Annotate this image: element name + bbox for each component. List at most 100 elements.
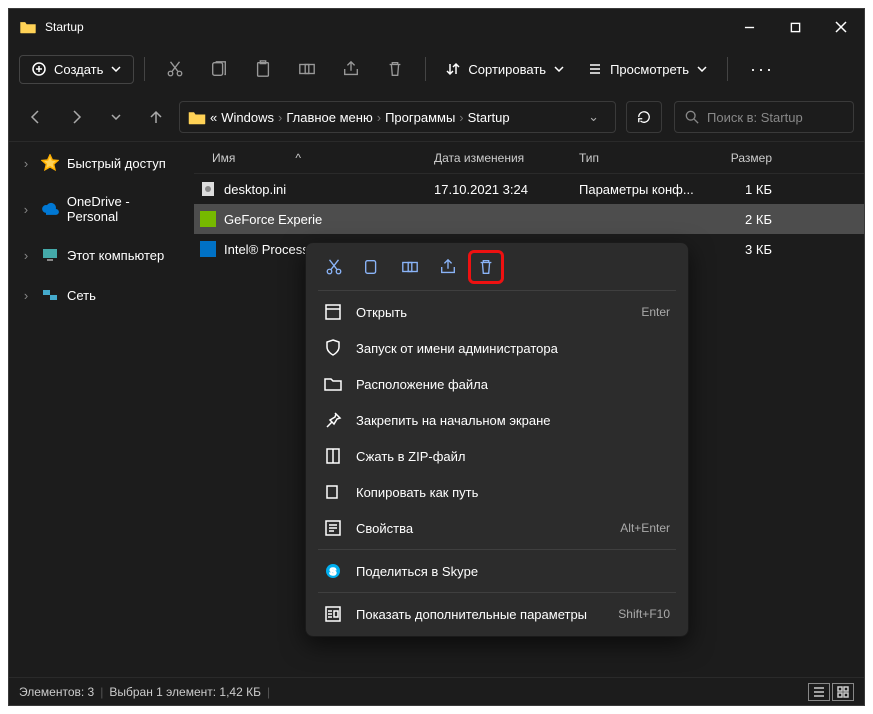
network-icon bbox=[41, 286, 59, 304]
delete-button[interactable] bbox=[468, 250, 504, 284]
minimize-button[interactable] bbox=[726, 9, 772, 45]
rename-button[interactable] bbox=[287, 51, 327, 87]
menu-copypath[interactable]: Копировать как путь bbox=[310, 474, 684, 510]
chevron-right-icon: › bbox=[19, 248, 33, 263]
status-selected: Выбран 1 элемент: 1,42 КБ bbox=[109, 685, 261, 699]
column-size[interactable]: Размер bbox=[709, 151, 784, 165]
share-button[interactable] bbox=[331, 51, 371, 87]
sidebar-label: OneDrive - Personal bbox=[67, 194, 184, 224]
large-view-button[interactable] bbox=[832, 683, 854, 701]
up-button[interactable] bbox=[139, 101, 173, 133]
view-label: Просмотреть bbox=[610, 62, 689, 77]
shield-icon bbox=[324, 339, 342, 357]
chevron-right-icon: › bbox=[19, 288, 33, 303]
menu-admin[interactable]: Запуск от имени администратора bbox=[310, 330, 684, 366]
chevron-down-icon[interactable]: ⌄ bbox=[580, 109, 607, 125]
titlebar[interactable]: Startup bbox=[9, 9, 864, 45]
folder-icon bbox=[19, 20, 37, 34]
nav-row: « Windows› Главное меню› Программы› Star… bbox=[9, 93, 864, 141]
paste-button[interactable] bbox=[243, 51, 283, 87]
toolbar: Создать Сортировать Просмотреть ··· bbox=[9, 45, 864, 93]
svg-text:S: S bbox=[330, 567, 337, 578]
menu-properties[interactable]: Свойства Alt+Enter bbox=[310, 510, 684, 546]
view-toggles bbox=[808, 683, 854, 701]
refresh-button[interactable] bbox=[626, 101, 662, 133]
file-name: desktop.ini bbox=[224, 182, 286, 197]
forward-button[interactable] bbox=[59, 101, 93, 133]
sort-label: Сортировать bbox=[468, 62, 546, 77]
context-icon-bar bbox=[310, 247, 684, 287]
menu-location[interactable]: Расположение файла bbox=[310, 366, 684, 402]
breadcrumb[interactable]: « Windows› Главное меню› Программы› Star… bbox=[179, 101, 616, 133]
sidebar-item-onedrive[interactable]: › OneDrive - Personal bbox=[9, 188, 194, 230]
view-button[interactable]: Просмотреть bbox=[578, 51, 717, 87]
menu-open[interactable]: Открыть Enter bbox=[310, 294, 684, 330]
file-row[interactable]: desktop.ini 17.10.2021 3:24Параметры конф… bbox=[194, 174, 864, 204]
column-date[interactable]: Дата изменения bbox=[434, 151, 579, 165]
breadcrumb-part[interactable]: Startup bbox=[468, 110, 510, 125]
sidebar-item-quick[interactable]: › Быстрый доступ bbox=[9, 148, 194, 178]
zip-icon bbox=[324, 447, 342, 465]
search-placeholder: Поиск в: Startup bbox=[707, 110, 803, 125]
context-menu: Открыть Enter Запуск от имени администра… bbox=[305, 242, 689, 637]
breadcrumb-part[interactable]: Программы bbox=[385, 110, 455, 125]
copy-button[interactable] bbox=[354, 250, 390, 284]
file-type: Параметры конф... bbox=[579, 182, 709, 197]
explorer-window: Startup Создать Сортировать Просмотреть bbox=[8, 8, 865, 706]
divider bbox=[144, 57, 145, 81]
column-name[interactable]: Имя^ bbox=[194, 151, 434, 165]
divider bbox=[727, 57, 728, 81]
chevron-down-icon[interactable] bbox=[99, 101, 133, 133]
breadcrumb-prefix: « bbox=[210, 110, 217, 125]
sidebar-label: Этот компьютер bbox=[67, 248, 164, 263]
breadcrumb-part[interactable]: Главное меню bbox=[286, 110, 372, 125]
close-button[interactable] bbox=[818, 9, 864, 45]
cut-button[interactable] bbox=[155, 51, 195, 87]
sort-button[interactable]: Сортировать bbox=[436, 51, 574, 87]
cut-button[interactable] bbox=[316, 250, 352, 284]
file-name: GeForce Experie bbox=[224, 212, 322, 227]
rename-button[interactable] bbox=[392, 250, 428, 284]
menu-pin[interactable]: Закрепить на начальном экране bbox=[310, 402, 684, 438]
delete-button[interactable] bbox=[375, 51, 415, 87]
plus-icon bbox=[32, 62, 46, 76]
pc-icon bbox=[41, 246, 59, 264]
window-title: Startup bbox=[45, 20, 84, 34]
more-button[interactable]: ··· bbox=[738, 59, 786, 80]
sidebar-label: Быстрый доступ bbox=[67, 156, 166, 171]
menu-more[interactable]: Показать дополнительные параметры Shift+… bbox=[310, 596, 684, 632]
file-date: 17.10.2021 3:24 bbox=[434, 182, 579, 197]
file-icon bbox=[200, 181, 216, 197]
file-size: 2 КБ bbox=[709, 212, 784, 227]
share-button[interactable] bbox=[430, 250, 466, 284]
create-button[interactable]: Создать bbox=[19, 55, 134, 84]
file-size: 1 КБ bbox=[709, 182, 784, 197]
back-button[interactable] bbox=[19, 101, 53, 133]
statusbar: Элементов: 3 | Выбран 1 элемент: 1,42 КБ… bbox=[9, 677, 864, 705]
file-icon bbox=[200, 211, 216, 227]
create-label: Создать bbox=[54, 62, 103, 77]
divider bbox=[425, 57, 426, 81]
search-input[interactable]: Поиск в: Startup bbox=[674, 101, 854, 133]
details-view-button[interactable] bbox=[808, 683, 830, 701]
menu-zip[interactable]: Сжать в ZIP-файл bbox=[310, 438, 684, 474]
copy-button[interactable] bbox=[199, 51, 239, 87]
sort-icon bbox=[446, 62, 460, 76]
sidebar-label: Сеть bbox=[67, 288, 96, 303]
sidebar: › Быстрый доступ › OneDrive - Personal ›… bbox=[9, 142, 194, 677]
chevron-down-icon bbox=[111, 66, 121, 72]
breadcrumb-part[interactable]: Windows bbox=[221, 110, 274, 125]
file-row[interactable]: GeForce Experie 2 КБ bbox=[194, 204, 864, 234]
column-type[interactable]: Тип bbox=[579, 151, 709, 165]
file-size: 3 КБ bbox=[709, 242, 784, 257]
separator bbox=[318, 290, 676, 291]
chevron-right-icon: › bbox=[19, 202, 33, 217]
sidebar-item-network[interactable]: › Сеть bbox=[9, 280, 194, 310]
file-name: Intel® Processo bbox=[224, 242, 316, 257]
separator bbox=[318, 549, 676, 550]
maximize-button[interactable] bbox=[772, 9, 818, 45]
menu-skype[interactable]: S Поделиться в Skype bbox=[310, 553, 684, 589]
chevron-down-icon bbox=[697, 66, 707, 72]
column-headers: Имя^ Дата изменения Тип Размер bbox=[194, 142, 864, 174]
sidebar-item-thispc[interactable]: › Этот компьютер bbox=[9, 240, 194, 270]
